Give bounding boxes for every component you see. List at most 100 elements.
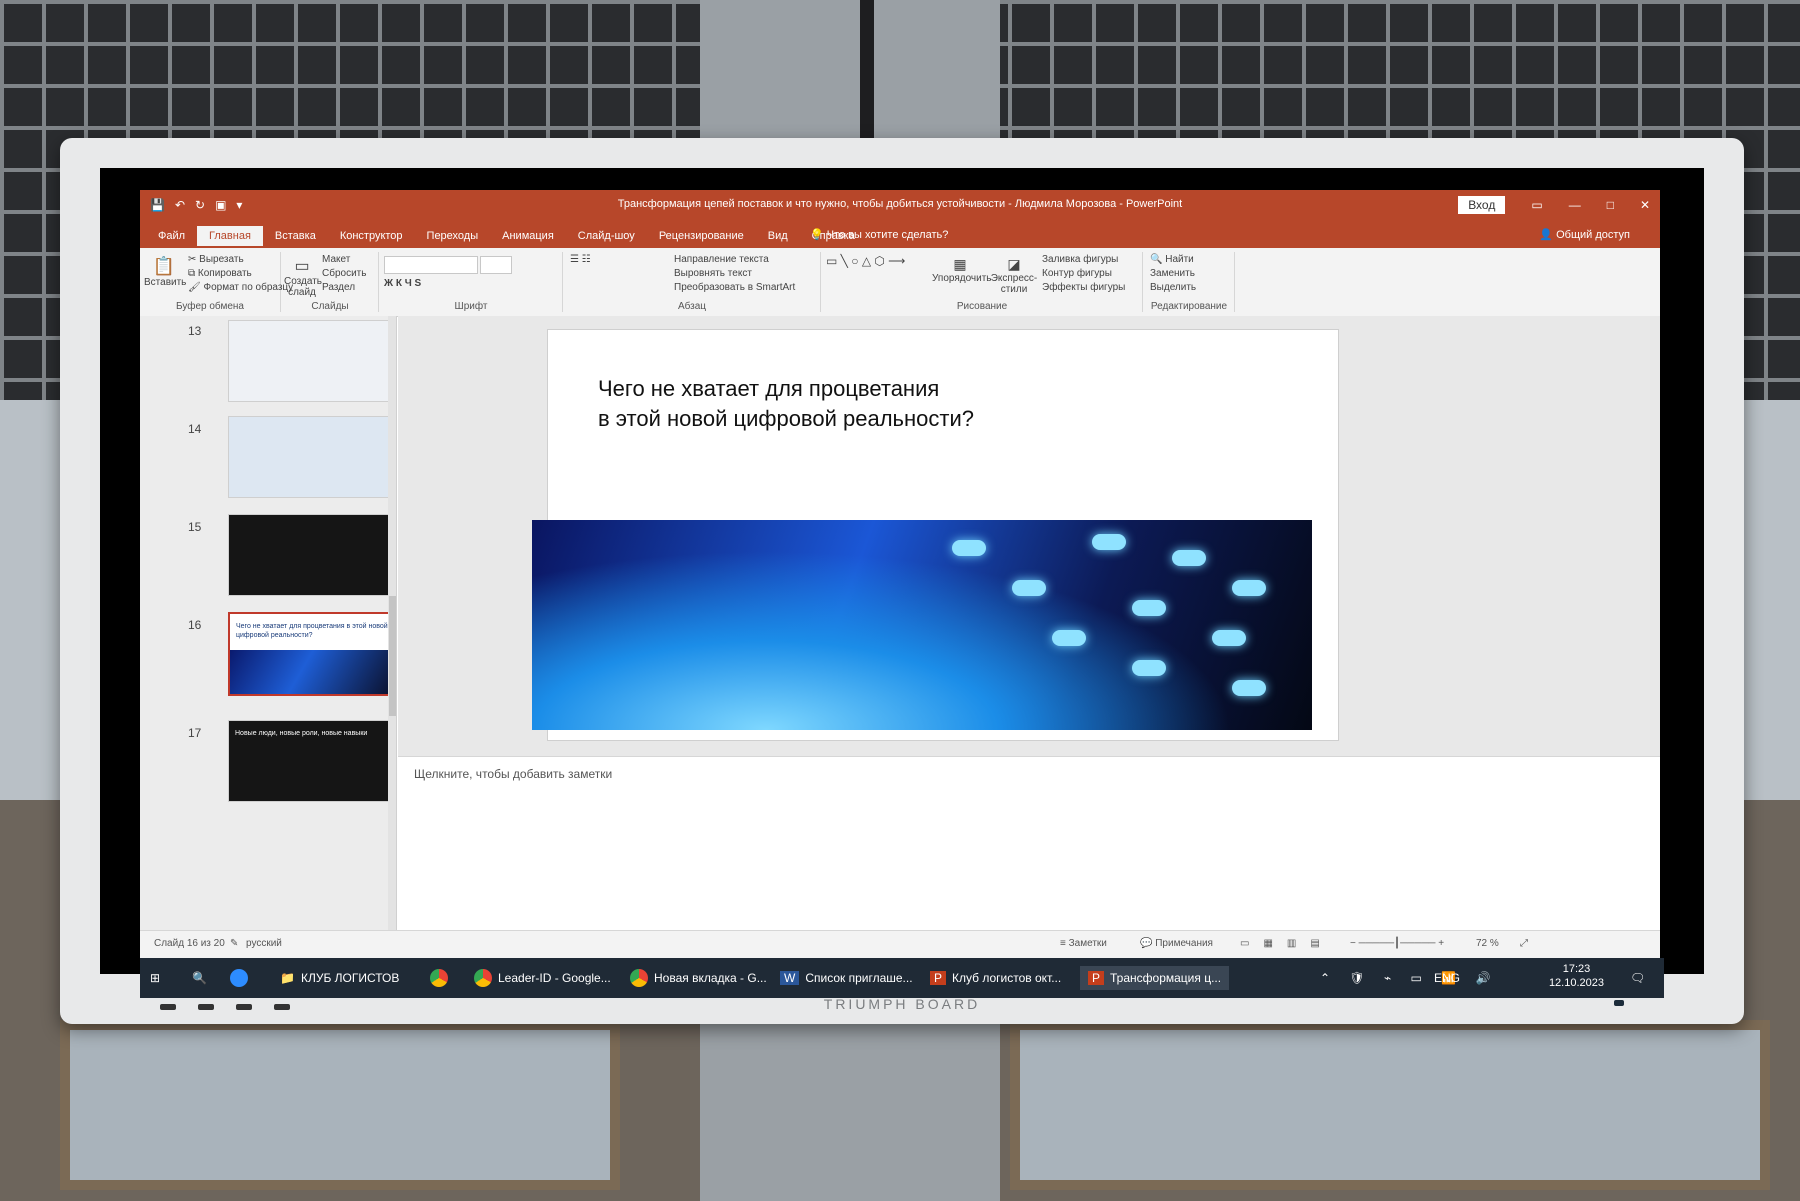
powerpoint-icon: P: [1088, 971, 1105, 985]
thumb-16-title: Чего не хватает для процветания в этой н…: [236, 623, 388, 639]
zoom-level[interactable]: 72 %: [1476, 938, 1499, 949]
font-style-buttons[interactable]: Ж К Ч S: [384, 278, 421, 289]
system-tray-icons[interactable]: ⌃ 🛡 ⌁ ▭ 📶 🔊: [1320, 966, 1498, 990]
find-button[interactable]: 🔍 Найти: [1150, 254, 1194, 265]
replace-button[interactable]: Заменить: [1150, 268, 1195, 279]
light-dot: [1232, 680, 1266, 696]
taskbar-new-tab[interactable]: Новая вкладка - G...: [630, 966, 767, 990]
paste-button[interactable]: 📋 Вставить: [144, 256, 186, 288]
tab-home[interactable]: Главная: [197, 226, 263, 246]
comment-icon: 💬: [1140, 938, 1153, 949]
title-bar: 💾 ↶ ↻ ▣ ▾ Трансформация цепей поставок и…: [140, 190, 1660, 222]
cut-button[interactable]: ✂ Вырезать: [188, 254, 244, 265]
slide-thumbnails-pane[interactable]: 13 14 15 16 Чего не хватает для процвета…: [140, 316, 397, 930]
close-icon[interactable]: ✕: [1640, 198, 1650, 212]
tab-animations[interactable]: Анимация: [490, 226, 566, 246]
thumb-17-title: Новые люди, новые роли, новые навыки: [235, 730, 368, 737]
taskbar-transform-ppt[interactable]: P Трансформация ц...: [1080, 966, 1230, 990]
slide-thumbnail-15[interactable]: [228, 514, 390, 596]
maximize-icon[interactable]: □: [1607, 198, 1614, 212]
slide-image[interactable]: [532, 520, 1312, 730]
thumb-number-16: 16: [188, 618, 202, 632]
comments-label: Примечания: [1155, 938, 1213, 949]
ribbon-display-icon[interactable]: ▭: [1531, 198, 1542, 212]
taskbar-leader-id[interactable]: Leader-ID - Google...: [474, 966, 611, 990]
tab-view[interactable]: Вид: [756, 226, 800, 246]
quick-styles-button[interactable]: ◪ Экспресс-стили: [988, 256, 1040, 295]
shape-outline-button[interactable]: Контур фигуры: [1042, 268, 1112, 279]
smartart-button[interactable]: Преобразовать в SmartArt: [674, 282, 795, 293]
window-right: [1010, 1020, 1770, 1190]
align-text-button[interactable]: Выровнять текст: [674, 268, 752, 279]
zoom-slider[interactable]: − ─────┃───── +: [1350, 938, 1444, 949]
slide-thumbnail-16[interactable]: Чего не хватает для процветания в этой н…: [228, 612, 392, 696]
format-painter-button[interactable]: 🖌 Формат по образцу: [188, 282, 293, 293]
slide-thumbnail-14[interactable]: [228, 416, 390, 498]
clock[interactable]: 17:23 12.10.2023: [1549, 962, 1604, 990]
text-direction-button[interactable]: Направление текста: [674, 254, 769, 265]
select-button[interactable]: Выделить: [1150, 282, 1196, 293]
thumbnails-scroll-thumb[interactable]: [389, 596, 396, 716]
taskbar-club-folder[interactable]: 📁 КЛУБ ЛОГИСТОВ: [280, 966, 399, 990]
tab-review[interactable]: Рецензирование: [647, 226, 756, 246]
input-language[interactable]: ENG: [1434, 966, 1460, 990]
taskbar-club-label: КЛУБ ЛОГИСТОВ: [300, 971, 400, 985]
font-size-input[interactable]: [480, 256, 512, 274]
slide-thumbnail-13[interactable]: [228, 320, 390, 402]
slide-title[interactable]: Чего не хватает для процветания в этой н…: [598, 374, 974, 434]
new-slide-label: Создать слайд: [284, 276, 323, 298]
spellcheck-icon[interactable]: ✎: [230, 938, 238, 949]
current-slide[interactable]: Чего не хватает для процветания в этой н…: [532, 330, 1338, 740]
thumbnails-scrollbar[interactable]: [388, 316, 396, 930]
minimize-icon[interactable]: —: [1569, 198, 1581, 212]
magnifier-icon: 🔍: [1150, 254, 1163, 265]
shape-effects-button[interactable]: Эффекты фигуры: [1042, 282, 1125, 293]
window-title: Трансформация цепей поставок и что нужно…: [617, 198, 1183, 210]
word-icon: W: [780, 971, 800, 985]
slide-thumbnail-17[interactable]: Новые люди, новые роли, новые навыки: [228, 720, 390, 802]
font-name-input[interactable]: [384, 256, 478, 274]
tell-me-search[interactable]: 💡 Что вы хотите сделать?: [810, 228, 948, 241]
fit-slide-icon[interactable]: ⤢: [1520, 938, 1528, 949]
notifications-icon[interactable]: 🗨: [1630, 966, 1645, 990]
tab-slideshow[interactable]: Слайд-шоу: [566, 226, 647, 246]
reset-button[interactable]: Сбросить: [322, 268, 366, 279]
section-button[interactable]: Раздел: [322, 282, 355, 293]
bullets-icon[interactable]: ☰ ☷: [570, 254, 591, 265]
brush-icon: 🖌: [188, 282, 201, 293]
slide-counter: Слайд 16 из 20: [154, 938, 225, 949]
comments-toggle[interactable]: 💬 Примечания: [1140, 938, 1213, 949]
notes-pane[interactable]: Щелкните, чтобы добавить заметки: [398, 756, 1660, 857]
new-slide-button[interactable]: ▭ Создать слайд: [284, 256, 323, 298]
copy-button[interactable]: ⧉ Копировать: [188, 268, 252, 279]
taskbar-invite-list[interactable]: W Список приглаше...: [780, 966, 913, 990]
tab-file[interactable]: Файл: [146, 226, 197, 246]
layout-button[interactable]: Макет: [322, 254, 350, 265]
language-indicator[interactable]: русский: [246, 938, 282, 949]
taskbar-club-ppt[interactable]: P Клуб логистов окт...: [930, 966, 1061, 990]
tab-design[interactable]: Конструктор: [328, 226, 415, 246]
scissors-icon: ✂: [188, 254, 197, 265]
chrome-icon[interactable]: [430, 966, 448, 990]
tab-insert[interactable]: Вставка: [263, 226, 328, 246]
login-button[interactable]: Вход: [1458, 196, 1506, 214]
search-icon[interactable]: 🔍: [192, 966, 207, 990]
light-dot: [1172, 550, 1206, 566]
view-buttons[interactable]: ▭▦▥▤: [1240, 938, 1334, 949]
notes-toggle[interactable]: ≡ Заметки: [1060, 938, 1107, 949]
arrange-button[interactable]: ▦ Упорядочить: [932, 256, 992, 284]
window-left: [60, 1020, 620, 1190]
cut-label: Вырезать: [199, 254, 244, 265]
windows-start-icon[interactable]: ⊞: [150, 966, 160, 990]
share-button[interactable]: 👤 Общий доступ: [1539, 228, 1630, 241]
shape-fill-button[interactable]: Заливка фигуры: [1042, 254, 1118, 265]
zoom-app-icon[interactable]: [230, 966, 248, 990]
shapes-gallery[interactable]: ▭ ╲ ○ △ ⬡ ⟶: [826, 254, 905, 268]
light-dot: [1012, 580, 1046, 596]
window-controls: Вход ▭ — □ ✕: [1458, 196, 1650, 214]
tab-transitions[interactable]: Переходы: [415, 226, 491, 246]
lightbulb-icon: 💡: [810, 229, 824, 241]
group-clipboard: 📋 Вставить ✂ Вырезать ⧉ Копировать 🖌 Фор…: [140, 252, 293, 312]
thumb-number-14: 14: [188, 422, 202, 436]
new-slide-icon: ▭: [294, 258, 310, 275]
